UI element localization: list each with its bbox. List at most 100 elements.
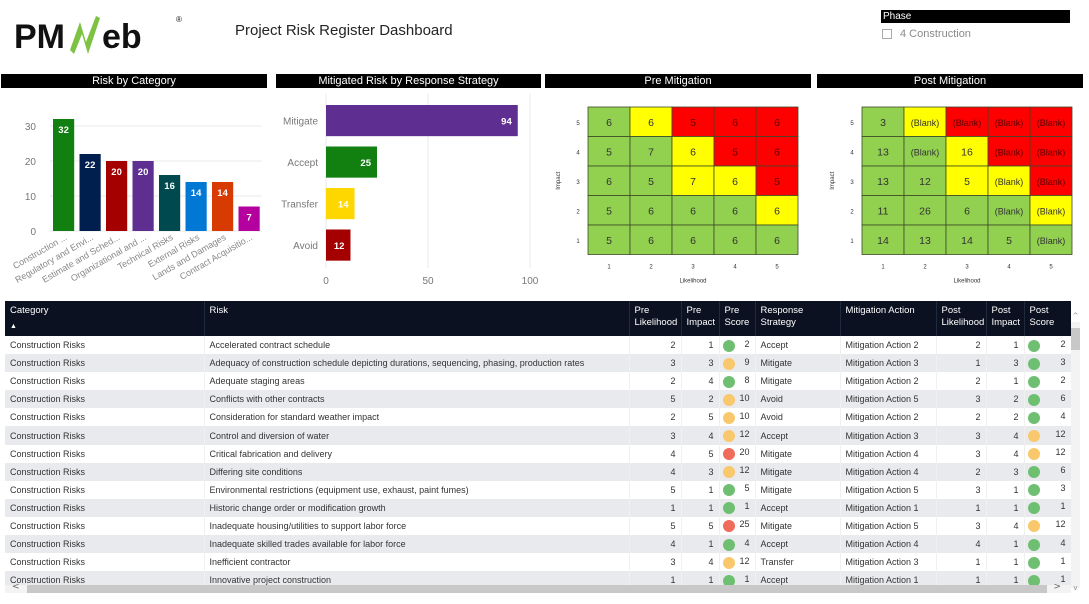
cell-value: 26 (919, 205, 931, 217)
table-row[interactable]: Construction Risks Inadequate skilled tra… (5, 535, 1071, 554)
score-value: 12 (739, 429, 750, 440)
score-value: 5 (744, 483, 750, 494)
checkbox[interactable] (882, 29, 892, 39)
table-row[interactable]: Construction Risks Historic change order … (5, 498, 1071, 517)
cell-pre-impact: 1 (681, 336, 720, 355)
cell-value: 5 (606, 146, 612, 158)
column-header-pre-impact[interactable]: Pre Impact (681, 301, 720, 336)
cell-value: (Blank) (1037, 177, 1066, 187)
cell-pre-impact: 2 (681, 390, 720, 409)
table-row[interactable]: Construction Risks Consideration for stan… (5, 408, 1071, 427)
column-header-label: Category (10, 305, 49, 316)
cell-pre-impact: 1 (681, 535, 720, 554)
table-row[interactable]: Construction Risks Inefficient contractor… (5, 553, 1071, 572)
cell-risk: Consideration for standard weather impac… (204, 408, 630, 427)
scroll-down-icon[interactable]: v (1071, 584, 1080, 592)
cell-response-strategy: Accept (755, 426, 841, 445)
cell-category: Construction Risks (5, 426, 205, 445)
cell-post-likelihood: 4 (936, 535, 987, 554)
cell-value: (Blank) (1037, 147, 1066, 157)
status-dot-icon (1027, 357, 1040, 370)
scroll-left-icon[interactable]: < (12, 582, 20, 592)
cell-pre-score: 2 (719, 336, 756, 355)
cell-pre-impact: 4 (681, 372, 720, 391)
table-row[interactable]: Construction Risks Adequacy of constructi… (5, 354, 1071, 373)
column-header-mitigation-action[interactable]: Mitigation Action (840, 301, 937, 336)
cell-post-likelihood: 3 (936, 390, 987, 409)
cell-risk: Inadequate housing/utilities to support … (204, 516, 630, 536)
cell-pre-score: 8 (719, 372, 756, 391)
data-label: 7 (246, 213, 251, 224)
post-mitigation-heatmap: 3 (Blank) (Blank) (Blank) (Blank)513 (Blank) 1… (830, 106, 1073, 285)
horizontal-scrollbar[interactable]: < > (5, 582, 1071, 593)
table-row[interactable]: Construction Risks Critical fabrication a… (5, 444, 1071, 463)
data-label: 32 (58, 125, 69, 136)
cell-value: 5 (648, 176, 654, 188)
cell-value: (Blank) (953, 118, 982, 128)
cell-post-impact: 2 (986, 408, 1025, 427)
table-row[interactable]: Construction Risks Inadequate housing/uti… (5, 516, 1071, 536)
cell-post-score: 1 (1024, 553, 1071, 572)
cell-category: Construction Risks (5, 498, 205, 517)
cell-pre-score: 10 (719, 390, 756, 409)
cell-pre-likelihood: 3 (629, 426, 682, 445)
column-header-category[interactable]: Category ▲ (5, 301, 205, 336)
cell-response-strategy: Mitigate (755, 462, 841, 481)
column-header-post-score[interactable]: Post Score (1024, 301, 1071, 336)
cell-risk: Differing site conditions (204, 462, 630, 481)
y-tick-label: 3 (576, 180, 580, 186)
x-tick-label: 1 (607, 265, 611, 271)
column-header-post-impact[interactable]: Post Impact (986, 301, 1025, 336)
column-header-risk[interactable]: Risk (204, 301, 630, 336)
y-tick-label: 0 (30, 227, 36, 238)
cell-category: Construction Risks (5, 444, 205, 463)
cell-mitigation-action: Mitigation Action 4 (840, 535, 937, 554)
score-value: 12 (739, 465, 750, 476)
cell-value: (Blank) (911, 118, 940, 128)
scroll-up-icon[interactable]: ^ (1071, 312, 1080, 320)
cell-value: 6 (648, 205, 654, 217)
mitigated-risk-header: Mitigated Risk by Response Strategy (276, 74, 541, 88)
y-tick-label: 5 (576, 121, 580, 127)
cell-pre-impact: 3 (681, 354, 720, 373)
status-dot-icon (722, 393, 735, 406)
vertical-scrollbar[interactable]: ^ v (1071, 312, 1080, 592)
cell-post-impact: 4 (986, 516, 1025, 536)
horizontal-scroll-thumb[interactable] (27, 585, 1047, 593)
cell-category: Construction Risks (5, 408, 205, 427)
y-tick-label: 4 (576, 150, 580, 156)
table-row[interactable]: Construction Risks Differing site conditi… (5, 462, 1071, 481)
sort-ascending-icon[interactable]: ▲ (10, 321, 200, 333)
table-row[interactable]: Construction Risks Accelerated contract s… (5, 336, 1071, 355)
cell-response-strategy: Mitigate (755, 354, 841, 373)
table-row[interactable]: Construction Risks Adequate staging areas… (5, 372, 1071, 391)
cell-value: 5 (774, 176, 780, 188)
cell-value: 6 (774, 146, 780, 158)
scroll-right-icon[interactable]: > (1053, 582, 1061, 592)
cell-mitigation-action: Mitigation Action 1 (840, 498, 937, 517)
data-label: 14 (191, 188, 202, 199)
column-header-post-likelihood[interactable]: Post Likelihood (936, 301, 987, 336)
cell-value: 14 (877, 235, 889, 247)
y-tick-label: Mitigate (283, 117, 318, 128)
cell-value: 6 (774, 205, 780, 217)
cell-value: 6 (964, 205, 970, 217)
cell-value: 5 (606, 235, 612, 247)
y-tick-label: Avoid (293, 241, 318, 252)
column-header-pre-likelihood[interactable]: Pre Likelihood (629, 301, 682, 336)
cell-response-strategy: Mitigate (755, 372, 841, 391)
cell-value: 3 (880, 117, 886, 129)
score-value: 12 (739, 555, 750, 566)
table-row[interactable]: Construction Risks Environmental restrict… (5, 480, 1071, 499)
y-tick-label: 20 (25, 157, 37, 168)
cell-value: 7 (648, 146, 654, 158)
slicer-item-4-construction[interactable]: 4 Construction (881, 28, 1070, 40)
column-header-response-strategy[interactable]: Response Strategy (755, 301, 841, 336)
vertical-scroll-thumb[interactable] (1071, 328, 1080, 350)
column-header-pre-score[interactable]: Pre Score (719, 301, 756, 336)
cell-value: 5 (732, 146, 738, 158)
table-row[interactable]: Construction Risks Control and diversion … (5, 426, 1071, 445)
score-value: 6 (1060, 392, 1066, 403)
cell-pre-likelihood: 3 (629, 354, 682, 373)
table-row[interactable]: Construction Risks Conflicts with other c… (5, 390, 1071, 409)
